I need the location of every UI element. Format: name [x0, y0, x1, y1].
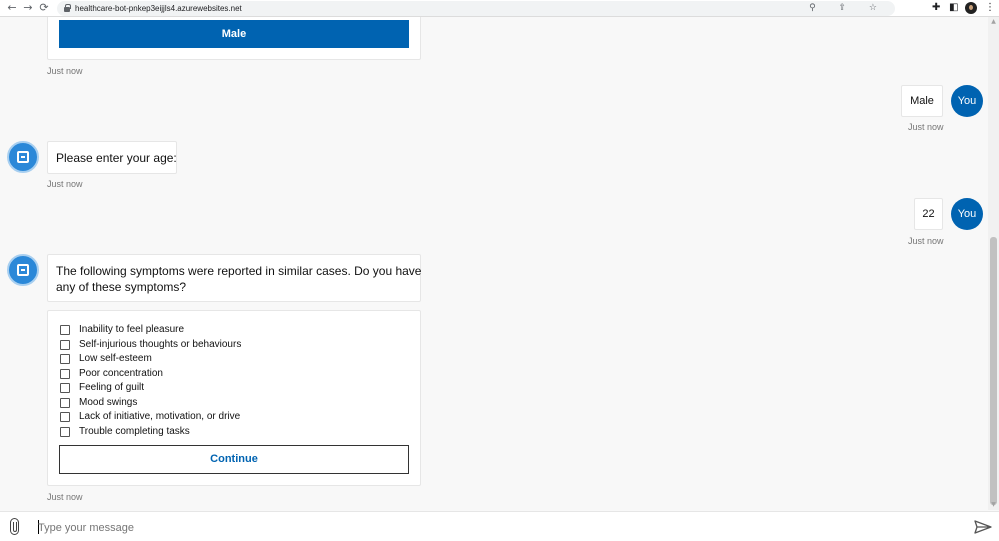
lock-icon[interactable]: [64, 4, 71, 12]
url-text[interactable]: healthcare-bot-pnkep3eijjls4.azurewebsit…: [75, 3, 242, 14]
extensions-icon[interactable]: ✚: [932, 2, 940, 14]
side-panel-icon[interactable]: ◧: [949, 2, 958, 14]
timestamp: Just now: [47, 179, 83, 189]
profile-avatar[interactable]: [965, 2, 977, 14]
option-label: Low self-esteem: [79, 353, 152, 364]
bot-avatar: [7, 141, 39, 173]
browser-menu-icon[interactable]: ⋮: [985, 2, 995, 14]
checkbox[interactable]: [60, 325, 70, 335]
message-composer: [0, 511, 999, 541]
bot-icon: [17, 264, 29, 276]
bot-message: Please enter your age:: [47, 141, 177, 174]
paperclip-icon[interactable]: [10, 518, 19, 535]
forward-icon[interactable]: →: [22, 2, 34, 14]
bot-message-text: Please enter your age:: [56, 151, 177, 165]
option-label: Feeling of guilt: [79, 382, 145, 393]
address-bar-icons[interactable]: ⚲ ⇪ ☆: [809, 3, 887, 14]
send-icon[interactable]: [974, 520, 992, 534]
checkbox[interactable]: [60, 426, 70, 437]
chat-transcript: Male Just now Male You Just now Please e…: [0, 17, 988, 510]
option-label: Self-injurious thoughts or behaviours: [79, 338, 242, 350]
address-bar[interactable]: healthcare-bot-pnkep3eijjls4.azurewebsit…: [57, 1, 895, 16]
user-message: 22: [914, 198, 943, 230]
timestamp: Just now: [47, 66, 83, 76]
option-label: Poor concentration: [79, 367, 163, 379]
checkbox[interactable]: [60, 383, 70, 393]
user-avatar: You: [951, 85, 983, 117]
bot-icon: [17, 151, 29, 163]
scroll-up-icon[interactable]: ▲: [990, 19, 997, 25]
chat-scrollbar[interactable]: ▲ ▼: [988, 17, 999, 510]
checkbox[interactable]: [60, 412, 70, 422]
checkbox[interactable]: [60, 339, 70, 350]
scroll-down-icon[interactable]: ▼: [990, 502, 997, 508]
timestamp: Just now: [47, 492, 83, 502]
option-label: Trouble completing tasks: [79, 425, 190, 437]
scroll-thumb[interactable]: [990, 237, 997, 505]
checkbox[interactable]: [60, 354, 70, 364]
gender-choice-card: Male: [47, 17, 421, 60]
symptom-checklist-card: Inability to feel pleasure Self-injuriou…: [47, 310, 421, 486]
bot-message-line1: The following symptoms were reported in …: [56, 264, 422, 278]
message-input[interactable]: [38, 519, 938, 536]
timestamp: Just now: [908, 236, 944, 246]
checkbox[interactable]: [60, 368, 70, 379]
user-avatar: You: [951, 198, 983, 230]
reload-icon[interactable]: ⟳: [38, 2, 50, 14]
browser-toolbar: ← → ⟳ healthcare-bot-pnkep3eijjls4.azure…: [0, 0, 999, 17]
option-label: Inability to feel pleasure: [79, 324, 185, 335]
option-label: Mood swings: [79, 396, 138, 408]
bot-message: The following symptoms were reported in …: [47, 254, 421, 302]
bot-avatar: [7, 254, 39, 286]
user-message: Male: [901, 85, 943, 117]
option-label: Lack of initiative, motivation, or drive: [79, 411, 241, 422]
checkbox[interactable]: [60, 397, 70, 408]
male-button[interactable]: Male: [59, 20, 409, 48]
bot-message-line2: any of these symptoms?: [56, 280, 187, 294]
continue-button[interactable]: Continue: [59, 445, 409, 474]
back-icon[interactable]: ←: [6, 2, 18, 14]
timestamp: Just now: [908, 122, 944, 132]
